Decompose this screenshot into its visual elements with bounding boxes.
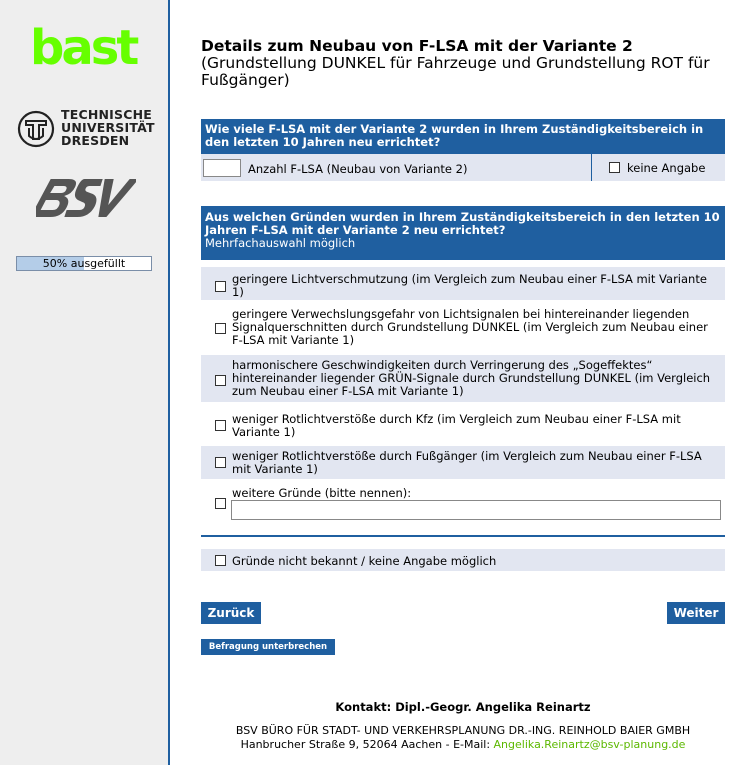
page-title-main: Details zum Neubau von F-LSA mit der Var…	[201, 37, 633, 55]
next-button[interactable]: Weiter	[667, 602, 725, 624]
reason-2-label: geringere Verwechslungsgefahr von Lichts…	[232, 307, 708, 347]
tu-logo-line3: DRESDEN	[61, 133, 130, 148]
pause-survey-button[interactable]: Befragung unterbrechen	[201, 639, 335, 655]
page-title-sub: (Grundstellung DUNKEL für Fahrzeuge und …	[201, 54, 710, 89]
question1-header: Wie viele F-LSA mit der Variante 2 wurde…	[201, 119, 725, 154]
other-reasons-input[interactable]	[231, 500, 721, 520]
progress-bar: 50% ausgefüllt	[16, 256, 152, 271]
reason-4-label: weniger Rotlichtverstöße durch Kfz (im V…	[232, 412, 681, 439]
column-divider	[591, 154, 592, 181]
question2-text: Aus welchen Gründen wurden in Ihrem Zust…	[205, 210, 720, 237]
reason-3-checkbox[interactable]	[215, 375, 226, 386]
section-divider	[201, 535, 725, 537]
question1-text: Wie viele F-LSA mit der Variante 2 wurde…	[205, 122, 704, 149]
bsv-logo	[36, 179, 136, 217]
page-title: Details zum Neubau von F-LSA mit der Var…	[201, 38, 721, 89]
unknown-checkbox[interactable]	[215, 555, 226, 566]
question2-header: Aus welchen Gründen wurden in Ihrem Zust…	[201, 206, 725, 260]
reason-5-label: weniger Rotlichtverstöße durch Fußgänger…	[232, 449, 702, 476]
reason-6-label: weitere Gründe (bitte nennen):	[232, 486, 412, 500]
contact-address: Hanbrucher Straße 9, 52064 Aachen - E-Ma…	[201, 738, 725, 751]
tu-dresden-logo: TECHNISCHE UNIVERSITÄT DRESDEN	[17, 108, 157, 152]
no-answer-label: keine Angabe	[627, 161, 706, 175]
contact-title: Kontakt: Dipl.-Geogr. Angelika Reinartz	[335, 700, 591, 714]
contact-company: BSV BÜRO FÜR STADT- UND VERKEHRSPLANUNG …	[235, 724, 691, 737]
reason-1-label: geringere Lichtverschmutzung (im Verglei…	[232, 272, 707, 299]
reason-5-checkbox[interactable]	[215, 457, 226, 468]
reason-2-checkbox[interactable]	[215, 323, 226, 334]
count-input[interactable]	[203, 159, 241, 177]
contact-address-text: Hanbrucher Straße 9, 52064 Aachen - E-Ma…	[240, 738, 494, 751]
bast-logo: bast	[30, 20, 139, 76]
back-button[interactable]: Zurück	[201, 602, 261, 624]
tu-dresden-emblem-icon	[17, 110, 55, 148]
question2-hint: Mehrfachauswahl möglich	[205, 236, 356, 250]
reason-1-checkbox[interactable]	[215, 281, 226, 292]
sidebar: bast TECHNISCHE UNIVERSITÄT DRESDEN 50% …	[0, 0, 170, 765]
count-label: Anzahl F-LSA (Neubau von Variante 2)	[248, 162, 468, 176]
reason-6-checkbox[interactable]	[215, 498, 226, 509]
unknown-label: Gründe nicht bekannt / keine Angabe mögl…	[232, 554, 497, 568]
progress-label: 50% ausgefüllt	[42, 257, 126, 270]
no-answer-checkbox[interactable]	[609, 162, 620, 173]
reason-4-checkbox[interactable]	[215, 420, 226, 431]
contact-email-link[interactable]: Angelika.Reinartz@bsv-planung.de	[494, 738, 686, 751]
reason-3-label: harmonischere Geschwindigkeiten durch Ve…	[232, 358, 711, 398]
